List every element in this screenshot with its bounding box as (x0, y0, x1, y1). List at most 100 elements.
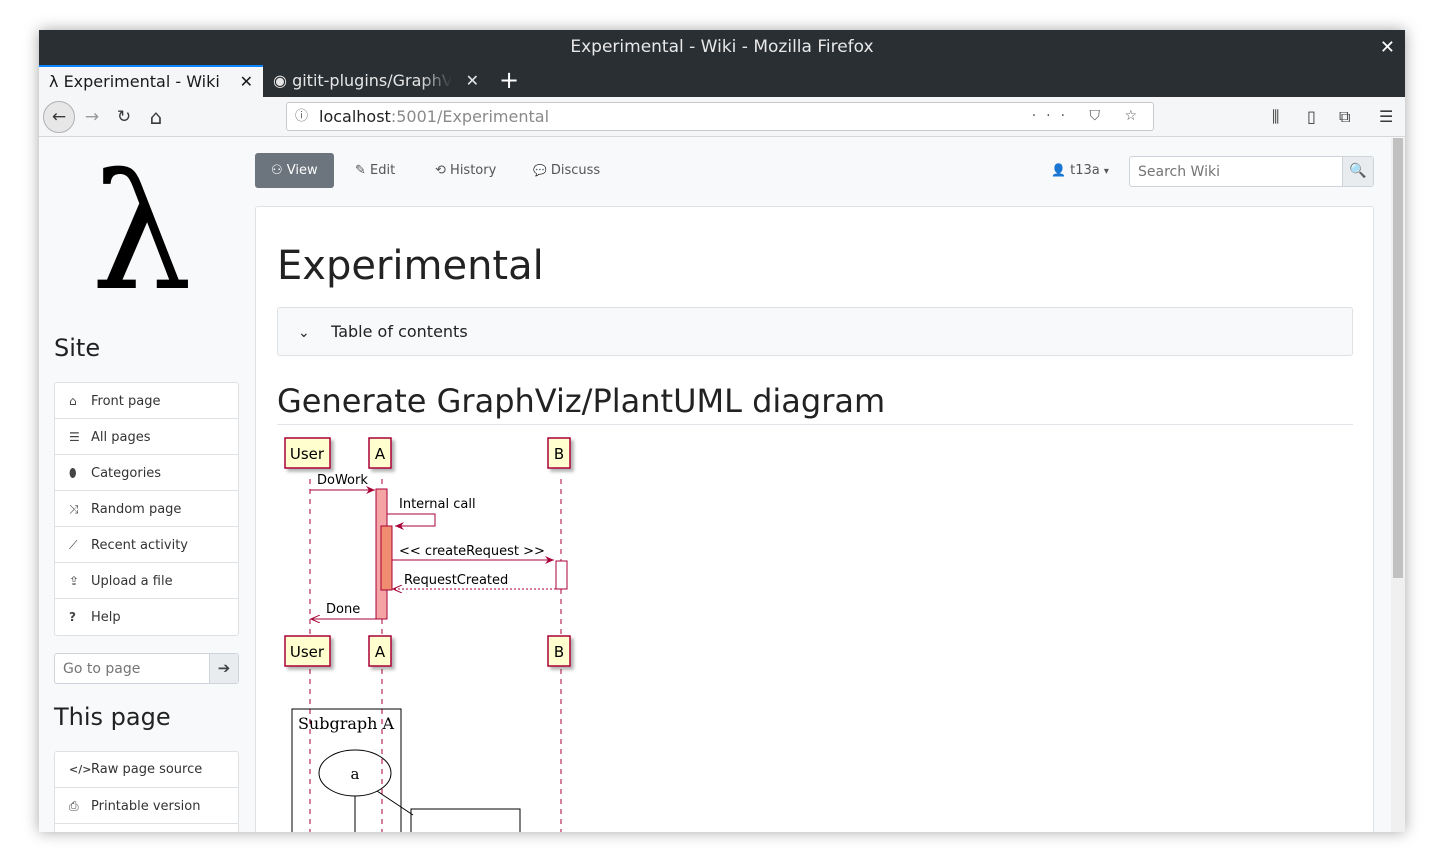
question-icon: ? (69, 610, 76, 624)
sidebar-item-label: Upload a file (91, 574, 173, 589)
tab-view-label: View (286, 163, 318, 178)
history-icon: ⟲ (435, 163, 446, 178)
participant-label: A (375, 445, 386, 463)
sidebar-item-recent-activity[interactable]: ⟋ Recent activity (55, 527, 238, 563)
home-icon: ⌂ (69, 394, 77, 408)
tab-label: Experimental - Wiki (63, 72, 220, 91)
go-to-page-input[interactable] (55, 654, 210, 683)
message-label: Internal call (399, 497, 476, 512)
browser-window: Experimental - Wiki - Mozilla Firefox ✕ … (39, 30, 1405, 832)
sidebar-item-categories[interactable]: ⬮ Categories (55, 455, 238, 491)
tab-view[interactable]: ⚇ View (255, 153, 334, 188)
tags-icon: ⬮ (69, 466, 77, 480)
print-icon: ⎙ (69, 799, 79, 813)
sidebar-item-upload-file[interactable]: ⇪ Upload a file (55, 563, 238, 599)
back-button[interactable]: ← (43, 101, 75, 133)
scrollbar-thumb[interactable] (1393, 138, 1403, 578)
tab-close-icon[interactable]: ✕ (466, 65, 479, 97)
search-icon[interactable]: 🔍 (1342, 157, 1373, 186)
message-label: Done (326, 602, 360, 617)
sidebar-item-label: All pages (91, 430, 151, 445)
node-label: a (351, 765, 360, 783)
lambda-favicon-icon: λ (49, 72, 59, 91)
comments-icon: 💬 (533, 164, 547, 177)
cluster-label: Subgraph A (298, 714, 395, 733)
library-icon[interactable]: ⫼ (1272, 102, 1279, 132)
sidebar-item-label: Help (91, 610, 121, 625)
sidebar-item-printable[interactable]: ⎙ Printable version (55, 788, 238, 824)
table-of-contents[interactable]: ⌄ Table of contents (277, 307, 1353, 356)
arrow-right-icon[interactable]: ➔ (209, 654, 238, 683)
page-title: Experimental (277, 243, 544, 289)
glasses-icon: ⚇ (271, 163, 283, 178)
edit-icon: ✎ (355, 163, 366, 178)
sidebar-item-label: Raw page source (91, 762, 203, 777)
participant-label: B (554, 643, 564, 661)
page-actions-icons[interactable]: ··· ⛉ ☆ (1032, 103, 1147, 130)
new-tab-button[interactable]: + (495, 65, 523, 97)
sidebar-item-all-pages[interactable]: ☰ All pages (55, 419, 238, 455)
page-menu: </>Raw page source ⎙ Printable version (54, 751, 239, 832)
content-card: Experimental ⌄ Table of contents Generat… (255, 206, 1374, 832)
tab-edit-label: Edit (370, 163, 396, 178)
go-to-page-form: ➔ (54, 653, 239, 684)
scrollbar[interactable] (1391, 138, 1405, 832)
participant-label: User (290, 445, 325, 463)
sidebar-toggle-icon[interactable]: ▯ (1307, 102, 1316, 132)
tab-history[interactable]: ⟲ History (435, 153, 496, 188)
toc-label: Table of contents (331, 322, 468, 341)
participant-label: B (554, 445, 564, 463)
sidebar-item-front-page[interactable]: ⌂ Front page (55, 383, 238, 419)
site-menu: ⌂ Front page ☰ All pages ⬮ Categories ⤨ Rand… (54, 382, 239, 636)
site-info-icon[interactable]: ⓘ (295, 103, 308, 130)
url-text[interactable]: localhost:5001/Experimental (319, 103, 549, 130)
site-heading: Site (54, 334, 101, 362)
participant-label: A (375, 643, 386, 661)
navigation-toolbar: ← → ↻ ⌂ ⓘ localhost:5001/Experimental ··… (39, 97, 1405, 137)
sidebar-item-label: Front page (91, 394, 161, 409)
tab-close-icon[interactable]: ✕ (240, 67, 253, 96)
code-icon: </> (69, 763, 92, 776)
message-label: RequestCreated (404, 573, 508, 588)
title-bar: Experimental - Wiki - Mozilla Firefox ✕ (39, 30, 1405, 65)
user-icon: 👤 (1051, 163, 1066, 177)
screenshot-icon[interactable]: ⧉ (1339, 102, 1350, 132)
upload-icon: ⇪ (69, 574, 80, 588)
tab-history-label: History (450, 163, 497, 178)
window-close-icon[interactable]: ✕ (1380, 30, 1395, 65)
home-button[interactable]: ⌂ (141, 102, 171, 132)
forward-button[interactable]: → (77, 102, 107, 132)
caret-down-icon: ▾ (1103, 166, 1109, 177)
sidebar-item-label: Printable version (91, 799, 201, 814)
page-content: λ Site ⌂ Front page ☰ All pages ⬮ Categorie… (39, 138, 1391, 832)
activation-b (555, 560, 568, 590)
reload-button[interactable]: ↻ (109, 102, 139, 132)
tab-edit[interactable]: ✎ Edit (355, 153, 395, 188)
message-label: DoWork (317, 473, 368, 488)
search-form: 🔍 (1129, 156, 1374, 187)
sidebar-item-label: Random page (91, 502, 182, 517)
this-page-heading: This page (54, 703, 171, 731)
chevron-down-icon: ⌄ (298, 325, 310, 341)
sidebar-item-random-page[interactable]: ⤨ Random page (55, 491, 238, 527)
tab-discuss[interactable]: 💬 Discuss (533, 153, 600, 188)
chart-line-icon: ⟋ (69, 538, 78, 552)
sidebar-item-raw-source[interactable]: </>Raw page source (55, 752, 238, 788)
sidebar-item-label: Recent activity (91, 538, 188, 553)
menu-icon[interactable]: ☰ (1379, 102, 1393, 132)
list-icon: ☰ (69, 430, 80, 444)
activation-a-inner (380, 525, 393, 591)
tab-label: gitit-plugins/GraphViz (292, 71, 453, 90)
window-title: Experimental - Wiki - Mozilla Firefox (570, 37, 874, 57)
url-path: :5001/Experimental (390, 107, 550, 126)
sidebar-item-more[interactable] (55, 824, 238, 832)
user-menu[interactable]: 👤 t13a ▾ (1051, 153, 1109, 188)
tab-gitit-plugins[interactable]: ◉ gitit-plugins/GraphViz ✕ (263, 65, 489, 97)
participant-label: User (290, 643, 325, 661)
url-bar[interactable]: ⓘ localhost:5001/Experimental ··· ⛉ ☆ (286, 102, 1154, 131)
sidebar-item-help[interactable]: ? Help (55, 599, 238, 635)
tab-strip: λ Experimental - Wiki ✕ ◉ gitit-plugins/… (39, 65, 1405, 97)
tab-experimental-wiki[interactable]: λ Experimental - Wiki ✕ (39, 65, 263, 97)
lambda-logo[interactable]: λ (91, 153, 192, 313)
search-input[interactable] (1130, 157, 1342, 186)
